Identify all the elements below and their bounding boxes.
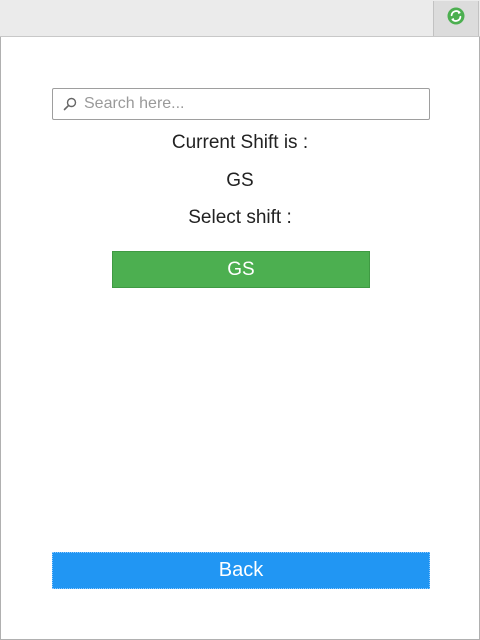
- shift-option-gs-button[interactable]: GS: [112, 251, 370, 288]
- search-input[interactable]: [84, 95, 404, 113]
- search-icon: [62, 96, 78, 112]
- search-field[interactable]: [52, 88, 430, 120]
- current-shift-label: Current Shift is :: [171, 132, 309, 153]
- app-window: Current Shift is : GS Select shift : GS …: [0, 0, 480, 640]
- back-button[interactable]: Back: [52, 552, 430, 589]
- top-toolbar: [0, 0, 480, 37]
- current-shift-value: GS: [226, 170, 254, 191]
- refresh-button[interactable]: [433, 1, 479, 36]
- main-panel: Current Shift is : GS Select shift : GS …: [0, 37, 480, 640]
- refresh-icon: [447, 7, 465, 30]
- select-shift-label: Select shift :: [188, 207, 292, 228]
